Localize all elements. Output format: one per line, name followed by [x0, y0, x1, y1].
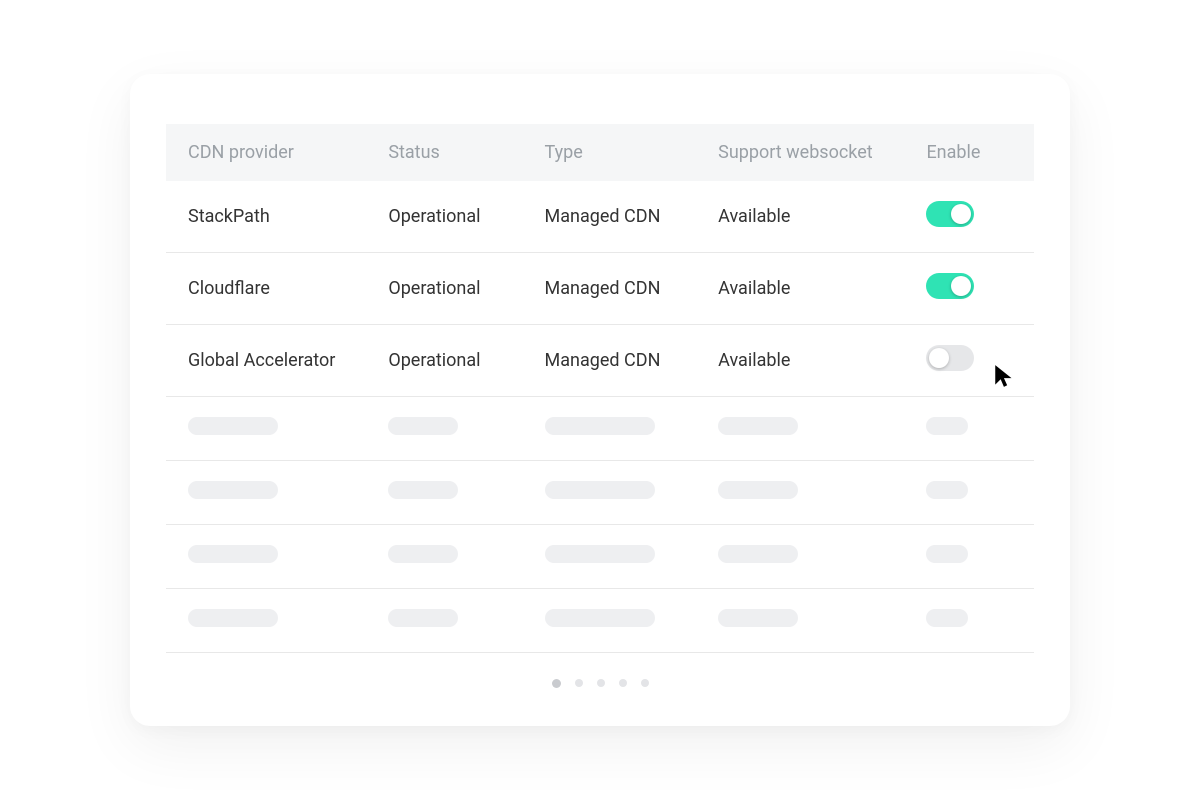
page-dot[interactable] — [552, 679, 561, 688]
table-row: Cloudflare Operational Managed CDN Avail… — [166, 253, 1034, 325]
skeleton-cell — [926, 481, 968, 499]
page-dot[interactable] — [575, 679, 583, 687]
skeleton-cell — [718, 545, 798, 563]
header-type: Type — [531, 124, 705, 181]
table-row: StackPath Operational Managed CDN Availa… — [166, 181, 1034, 253]
skeleton-cell — [388, 417, 458, 435]
cell-type: Managed CDN — [531, 181, 705, 253]
cdn-table: CDN provider Status Type Support websock… — [166, 124, 1034, 653]
table-row: Global Accelerator Operational Managed C… — [166, 325, 1034, 397]
enable-toggle[interactable] — [926, 345, 974, 371]
skeleton-cell — [545, 609, 655, 627]
skeleton-cell — [545, 481, 655, 499]
table-row-skeleton — [166, 525, 1034, 589]
header-enable: Enable — [912, 124, 1034, 181]
skeleton-cell — [388, 545, 458, 563]
cell-type: Managed CDN — [531, 325, 705, 397]
skeleton-cell — [388, 609, 458, 627]
table-header-row: CDN provider Status Type Support websock… — [166, 124, 1034, 181]
cell-enable — [912, 181, 1034, 253]
page-dot[interactable] — [597, 679, 605, 687]
pagination-dots — [166, 653, 1034, 696]
cell-type: Managed CDN — [531, 253, 705, 325]
skeleton-cell — [188, 481, 278, 499]
table-row-skeleton — [166, 589, 1034, 653]
cell-status: Operational — [374, 325, 530, 397]
header-status: Status — [374, 124, 530, 181]
cell-websocket: Available — [704, 325, 912, 397]
page-dot[interactable] — [619, 679, 627, 687]
cell-websocket: Available — [704, 181, 912, 253]
enable-toggle[interactable] — [926, 273, 974, 299]
skeleton-cell — [545, 417, 655, 435]
skeleton-cell — [718, 417, 798, 435]
table-row-skeleton — [166, 461, 1034, 525]
cell-enable — [912, 325, 1034, 397]
skeleton-cell — [926, 609, 968, 627]
header-provider: CDN provider — [166, 124, 374, 181]
skeleton-cell — [926, 545, 968, 563]
skeleton-cell — [188, 545, 278, 563]
skeleton-cell — [188, 609, 278, 627]
cell-status: Operational — [374, 181, 530, 253]
cell-websocket: Available — [704, 253, 912, 325]
cdn-table-card: CDN provider Status Type Support websock… — [130, 74, 1070, 726]
skeleton-cell — [718, 481, 798, 499]
skeleton-cell — [545, 545, 655, 563]
cell-provider: Cloudflare — [166, 253, 374, 325]
skeleton-cell — [188, 417, 278, 435]
cell-enable — [912, 253, 1034, 325]
table-row-skeleton — [166, 397, 1034, 461]
cell-provider: Global Accelerator — [166, 325, 374, 397]
cell-status: Operational — [374, 253, 530, 325]
skeleton-cell — [718, 609, 798, 627]
enable-toggle[interactable] — [926, 201, 974, 227]
skeleton-cell — [388, 481, 458, 499]
skeleton-cell — [926, 417, 968, 435]
header-websocket: Support websocket — [704, 124, 912, 181]
cell-provider: StackPath — [166, 181, 374, 253]
page-dot[interactable] — [641, 679, 649, 687]
